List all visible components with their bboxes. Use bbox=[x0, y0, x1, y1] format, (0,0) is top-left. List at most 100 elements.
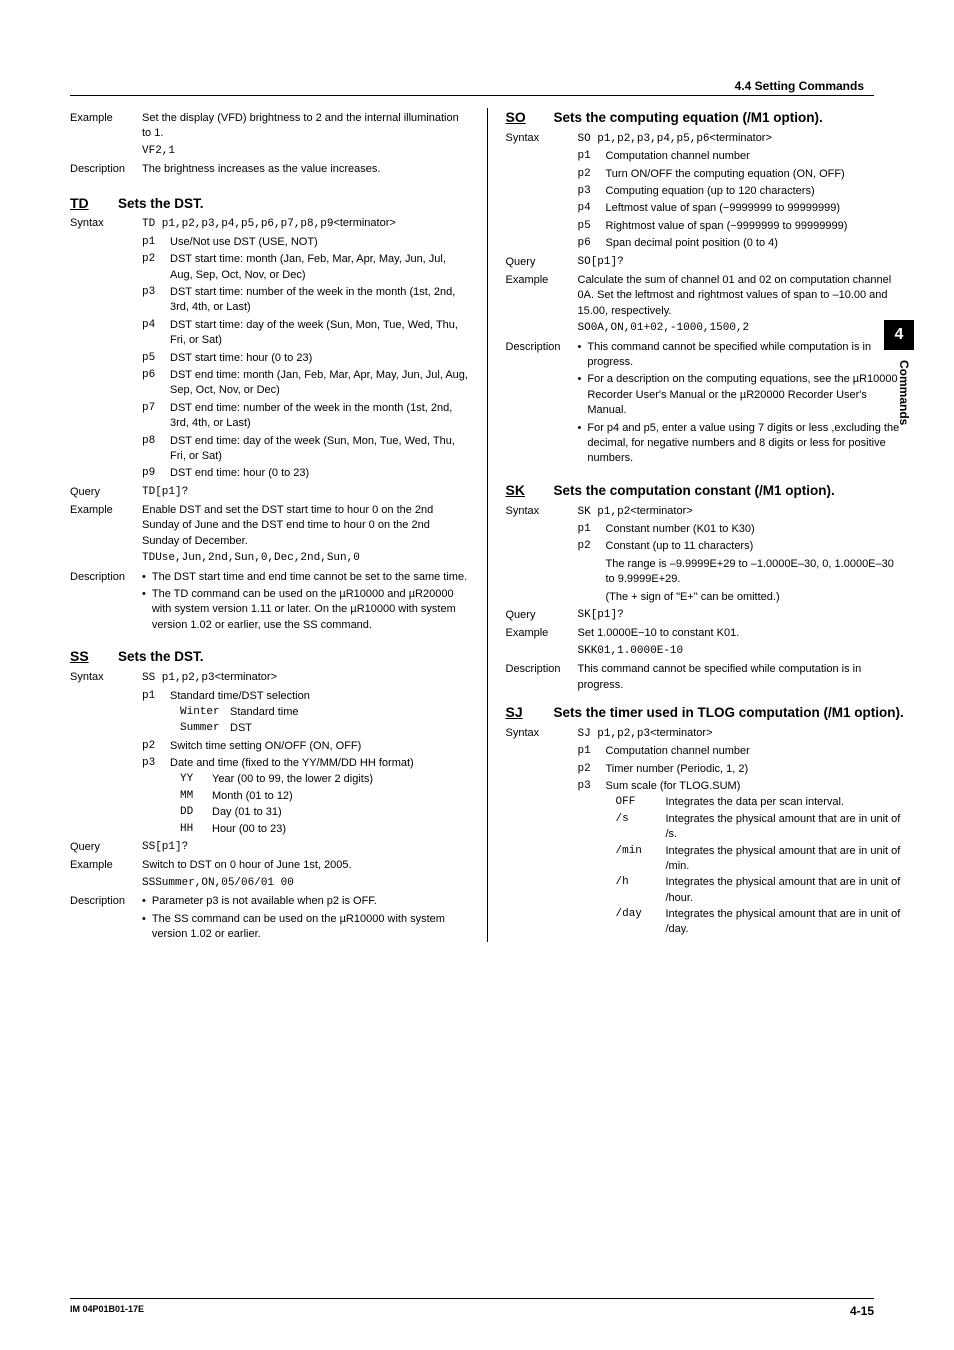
param-code: p9 bbox=[142, 466, 160, 481]
param-text: DST end time: number of the week in the … bbox=[170, 401, 469, 432]
sub-text: Integrates the physical amount that are … bbox=[666, 844, 905, 875]
sub-code: HH bbox=[180, 822, 202, 837]
so-desc-2: For a description on the computing equat… bbox=[587, 372, 904, 418]
section-header: 4.4 Setting Commands bbox=[735, 78, 864, 95]
param-code: p3 bbox=[578, 779, 596, 794]
param-text: DST start time: number of the week in th… bbox=[170, 285, 469, 316]
so-desc-row: Description •This command cannot be spec… bbox=[506, 340, 905, 467]
sub-code: /s bbox=[616, 812, 656, 843]
param-text: DST end time: day of the week (Sun, Mon,… bbox=[170, 434, 469, 465]
ss-query-row: Query SS[p1]? bbox=[70, 840, 469, 855]
td-syntax-code: TD p1,p2,p3,p4,p5,p6,p7,p8,p9 bbox=[142, 218, 333, 230]
td-header: TD Sets the DST. bbox=[70, 194, 469, 214]
bullet: • bbox=[142, 587, 146, 633]
td-desc-row: Description •The DST start time and end … bbox=[70, 570, 469, 634]
ss-p3: p3Date and time (fixed to the YY/MM/DD H… bbox=[142, 756, 469, 771]
sub-text: Day (01 to 31) bbox=[212, 805, 469, 820]
syntax-label: Syntax bbox=[70, 216, 134, 232]
td-p9: p9 DST end time: hour (0 to 23) bbox=[142, 466, 469, 481]
so-p1: p1Computation channel number bbox=[578, 149, 905, 164]
param-code: p1 bbox=[578, 522, 596, 537]
ss-syntax: SS p1,p2,p3<terminator> bbox=[142, 670, 277, 686]
td-example-row: Example Enable DST and set the DST start… bbox=[70, 503, 469, 549]
terminator: <terminator> bbox=[333, 217, 395, 229]
param-code: p3 bbox=[142, 756, 160, 771]
sj-p3-min: /min Integrates the physical amount that … bbox=[616, 844, 905, 875]
param-text: DST end time: hour (0 to 23) bbox=[170, 466, 469, 481]
bullet: • bbox=[142, 894, 146, 909]
td-desc-1: The DST start time and end time cannot b… bbox=[152, 570, 467, 585]
header-rule bbox=[70, 95, 874, 96]
page-footer: IM 04P01B01-17E 4-15 bbox=[70, 1298, 874, 1320]
td-syntax-row: Syntax TD p1,p2,p3,p4,p5,p6,p7,p8,p9<ter… bbox=[70, 216, 469, 232]
param-code: p6 bbox=[578, 236, 596, 251]
sub-text: Hour (00 to 23) bbox=[212, 822, 469, 837]
bullet: • bbox=[578, 421, 582, 467]
so-p6: p6Span decimal point position (0 to 4) bbox=[578, 236, 905, 251]
sub-text: Integrates the data per scan interval. bbox=[666, 795, 905, 810]
sub-text: Standard time bbox=[230, 705, 469, 720]
content-columns: Example Set the display (VFD) brightness… bbox=[70, 108, 904, 942]
param-code: p1 bbox=[578, 149, 596, 164]
sk-title: Sets the computation constant (/M1 optio… bbox=[554, 482, 835, 501]
ss-p3-hh: HH Hour (00 to 23) bbox=[180, 822, 469, 837]
param-code: p2 bbox=[578, 167, 596, 182]
td-p2: p2DST start time: month (Jan, Feb, Mar, … bbox=[142, 252, 469, 283]
terminator: <terminator> bbox=[630, 505, 692, 517]
param-code: p1 bbox=[578, 744, 596, 759]
bullet: • bbox=[142, 912, 146, 943]
so-example-code: SO0A,ON,01+02,-1000,1500,2 bbox=[578, 321, 905, 336]
example-label: Example bbox=[506, 273, 570, 319]
sk-code: SK bbox=[506, 481, 536, 501]
syntax-label: Syntax bbox=[506, 504, 570, 520]
sk-p1: p1Constant number (K01 to K30) bbox=[578, 522, 905, 537]
sub-code: MM bbox=[180, 789, 202, 804]
sub-code: YY bbox=[180, 772, 202, 787]
ss-example-row: Example Switch to DST on 0 hour of June … bbox=[70, 858, 469, 873]
td-code: TD bbox=[70, 194, 100, 214]
sub-code: OFF bbox=[616, 795, 656, 810]
ss-p1-winter: WinterStandard time bbox=[180, 705, 469, 720]
so-code: SO bbox=[506, 108, 536, 128]
vf-example-row: Example Set the display (VFD) brightness… bbox=[70, 111, 469, 142]
param-text: DST start time: day of the week (Sun, Mo… bbox=[170, 318, 469, 349]
description-label: Description bbox=[70, 162, 134, 177]
so-example-text: Calculate the sum of channel 01 and 02 o… bbox=[578, 273, 905, 319]
so-syntax: SO p1,p2,p3,p4,p5,p6<terminator> bbox=[578, 131, 772, 147]
sk-syntax-code: SK p1,p2 bbox=[578, 506, 631, 518]
param-code: p2 bbox=[578, 762, 596, 777]
sk-p2-extra2: (The + sign of "E+" can be omitted.) bbox=[606, 590, 905, 605]
sj-p3-s: /sIntegrates the physical amount that ar… bbox=[616, 812, 905, 843]
so-title: Sets the computing equation (/M1 option)… bbox=[554, 109, 823, 128]
bullet: • bbox=[142, 570, 146, 585]
right-column: SO Sets the computing equation (/M1 opti… bbox=[506, 108, 905, 942]
param-code: p1 bbox=[142, 235, 160, 250]
ss-p3-mm: MM Month (01 to 12) bbox=[180, 789, 469, 804]
sj-p3: p3Sum scale (for TLOG.SUM) bbox=[578, 779, 905, 794]
ss-p2: p2Switch time setting ON/OFF (ON, OFF) bbox=[142, 739, 469, 754]
ss-example-code: SSSummer,ON,05/06/01 00 bbox=[142, 876, 469, 891]
td-desc-2: The TD command can be used on the µR1000… bbox=[152, 587, 469, 633]
param-code: p3 bbox=[142, 285, 160, 316]
td-example-text: Enable DST and set the DST start time to… bbox=[142, 503, 469, 549]
column-divider bbox=[487, 108, 488, 942]
syntax-label: Syntax bbox=[506, 131, 570, 147]
terminator: <terminator> bbox=[650, 727, 712, 739]
sub-text: Year (00 to 99, the lower 2 digits) bbox=[212, 772, 469, 787]
so-p4: p4Leftmost value of span (−9999999 to 99… bbox=[578, 201, 905, 216]
left-column: Example Set the display (VFD) brightness… bbox=[70, 108, 469, 942]
td-p8: p8DST end time: day of the week (Sun, Mo… bbox=[142, 434, 469, 465]
param-text: Leftmost value of span (−9999999 to 9999… bbox=[606, 201, 905, 216]
sk-desc-text: This command cannot be specified while c… bbox=[578, 662, 905, 693]
sk-query-row: Query SK[p1]? bbox=[506, 608, 905, 623]
param-text: Turn ON/OFF the computing equation (ON, … bbox=[606, 167, 905, 182]
sub-code: /min bbox=[616, 844, 656, 875]
so-query-row: Query SO[p1]? bbox=[506, 255, 905, 270]
sj-p3-h: /hIntegrates the physical amount that ar… bbox=[616, 875, 905, 906]
sk-example-text: Set 1.0000E−10 to constant K01. bbox=[578, 626, 740, 641]
sk-p2: p2Constant (up to 11 characters) bbox=[578, 539, 905, 554]
ss-desc-body: •Parameter p3 is not available when p2 i… bbox=[142, 894, 469, 942]
param-text: Constant (up to 11 characters) bbox=[606, 539, 905, 554]
sub-text: Month (01 to 12) bbox=[212, 789, 469, 804]
td-p6: p6DST end time: month (Jan, Feb, Mar, Ap… bbox=[142, 368, 469, 399]
